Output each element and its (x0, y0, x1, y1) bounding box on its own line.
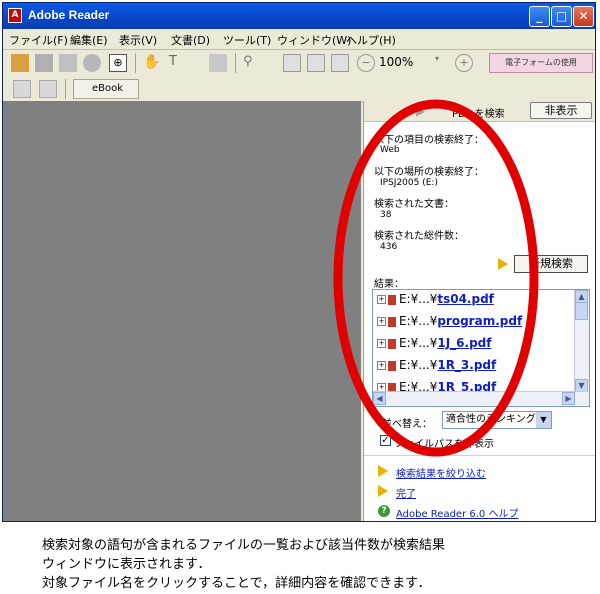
form-button[interactable]: 電子フォームの使用 (489, 53, 593, 73)
docs-found-label: 検索された文書： (374, 199, 454, 210)
search-binoculars-icon[interactable]: ⊕ (109, 54, 127, 72)
window-title: Adobe Reader (28, 8, 110, 22)
fit-width-icon[interactable] (331, 54, 349, 72)
hand-tool-icon[interactable]: ✋ (143, 54, 161, 72)
caption-line-2: ウィンドウに表示されます． (42, 557, 211, 572)
done-arrow-icon (378, 485, 388, 497)
ebook-button[interactable]: eBook (73, 79, 139, 99)
result-file-link[interactable]: 1J_6.pdf (437, 336, 491, 350)
help-icon: ? (378, 505, 390, 517)
menu-window[interactable]: ウィンドウ(W) (277, 32, 351, 48)
zoom-level[interactable]: 100% (379, 55, 413, 69)
sort-value: 適合性のランキング (446, 414, 536, 425)
expand-icon[interactable]: + (377, 295, 386, 304)
menu-help[interactable]: ヘルプ(H) (346, 32, 396, 48)
refine-arrow-icon (378, 465, 388, 477)
expand-icon[interactable]: + (377, 339, 386, 348)
menu-bar: ファイル(F) 編集(E) 表示(V) 文書(D) ツール(T) ウィンドウ(W… (3, 29, 595, 50)
total-found-value: 436 (380, 242, 398, 252)
result-path: E:¥...¥ (399, 358, 438, 372)
document-area (3, 101, 361, 521)
divider (364, 455, 595, 456)
result-file-link[interactable]: 1R_3.pdf (437, 358, 496, 372)
main-toolbar: ⊕ ✋ T ⚲ − 100% ▾ + 電子フォームの使用 (3, 50, 595, 77)
refine-link[interactable]: 検索結果を絞り込む (396, 465, 486, 480)
web-value: Web (380, 145, 400, 155)
adobe-reader-window: A Adobe Reader _ □ ✕ ファイル(F) 編集(E) 表示(V)… (2, 2, 596, 522)
scroll-left-icon[interactable]: ◀ (373, 392, 386, 405)
caption-line-3: 対象ファイル名をクリックすることで，詳細内容を確認できます． (42, 576, 431, 591)
rotate-right-icon[interactable] (39, 80, 57, 98)
actual-size-icon[interactable] (283, 54, 301, 72)
sort-label: 並べ替え： (382, 419, 432, 430)
pdf-file-icon (388, 316, 396, 327)
new-search-button[interactable]: 新規検索 (514, 255, 588, 273)
hide-button[interactable]: 非表示 (530, 102, 592, 119)
new-search-arrow-icon (498, 258, 508, 270)
zoom-out-icon[interactable]: − (357, 54, 375, 72)
zoom-dropdown-icon[interactable]: ▾ (435, 54, 453, 72)
place-value: IPSJ2005 (E:) (380, 178, 438, 188)
result-file-link[interactable]: program.pdf (437, 314, 522, 328)
result-item-3[interactable]: + E:¥...¥1J_6.pdf (377, 336, 491, 356)
result-item-4[interactable]: + E:¥...¥1R_3.pdf (377, 358, 496, 378)
web-done-label: 以下の項目の検索終了： (374, 135, 484, 146)
email-icon[interactable] (83, 54, 101, 72)
help-link[interactable]: Adobe Reader 6.0 ヘルプ (396, 505, 518, 520)
result-path: E:¥...¥ (399, 292, 438, 306)
total-found-label: 検索された総件数： (374, 231, 464, 242)
scroll-right-icon[interactable]: ▶ (562, 392, 575, 405)
adobe-reader-icon: A (8, 8, 22, 23)
fit-page-icon[interactable] (307, 54, 325, 72)
result-item-1[interactable]: + E:¥...¥ts04.pdf (377, 292, 494, 312)
menu-view[interactable]: 表示(V) (119, 32, 157, 48)
scroll-thumb[interactable] (575, 302, 588, 320)
snapshot-icon[interactable] (209, 54, 227, 72)
chevron-down-icon[interactable]: ▼ (536, 412, 551, 428)
caption-line-1: 検索対象の語句が含まれるファイルの一覧および該当件数が検索結果 (42, 538, 446, 553)
ebook-label: eBook (92, 83, 124, 94)
pdf-file-icon (388, 360, 396, 371)
result-file-link[interactable]: ts04.pdf (437, 292, 494, 306)
pdf-file-icon (388, 294, 396, 305)
place-done-label: 以下の場所の検索終了： (374, 167, 484, 178)
result-path: E:¥...¥ (399, 314, 438, 328)
print-icon[interactable] (59, 54, 77, 72)
open-icon[interactable] (11, 54, 29, 72)
secondary-toolbar: eBook (3, 76, 595, 103)
results-label: 結果： (374, 279, 404, 290)
forward-arrow-icon[interactable]: ▶ (416, 104, 425, 118)
search-panel-header: ◀ ▶ PDF を検索 非表示 (364, 101, 595, 122)
save-icon[interactable] (35, 54, 53, 72)
maximize-button[interactable]: □ (551, 6, 572, 27)
pdf-file-icon (388, 338, 396, 349)
results-horizontal-scrollbar[interactable]: ◀ ▶ (373, 391, 589, 406)
expand-icon[interactable]: + (377, 361, 386, 370)
title-bar: A Adobe Reader _ □ ✕ (3, 3, 595, 29)
close-button[interactable]: ✕ (573, 6, 594, 27)
menu-edit[interactable]: 編集(E) (70, 32, 108, 48)
menu-file[interactable]: ファイル(F) (9, 32, 68, 48)
docs-found-value: 38 (380, 210, 392, 220)
text-select-icon[interactable]: T (169, 54, 187, 72)
minimize-button[interactable]: _ (529, 6, 550, 27)
menu-document[interactable]: 文書(D) (171, 32, 210, 48)
results-list: + E:¥...¥ts04.pdf + E:¥...¥program.pdf + E:… (372, 289, 590, 407)
result-item-2[interactable]: + E:¥...¥program.pdf (377, 314, 522, 334)
search-panel-title: PDF を検索 (452, 109, 505, 120)
zoom-icon[interactable]: ⚲ (243, 54, 261, 72)
zoom-in-icon[interactable]: + (455, 54, 473, 72)
result-path: E:¥...¥ (399, 336, 438, 350)
search-panel: ◀ ▶ PDF を検索 非表示 以下の項目の検索終了： Web 以下の場所の検索… (363, 101, 595, 521)
expand-icon[interactable]: + (377, 317, 386, 326)
menu-tools[interactable]: ツール(T) (223, 32, 271, 48)
sort-select[interactable]: 適合性のランキング ▼ (442, 411, 552, 429)
hide-path-checkbox[interactable]: ✓ (380, 435, 391, 446)
back-arrow-icon[interactable]: ◀ (398, 104, 407, 118)
done-link[interactable]: 完了 (396, 485, 416, 500)
rotate-left-icon[interactable] (13, 80, 31, 98)
results-vertical-scrollbar[interactable]: ▲ ▼ (574, 290, 589, 406)
hide-path-label: ファイルパスを非表示 (394, 439, 494, 450)
